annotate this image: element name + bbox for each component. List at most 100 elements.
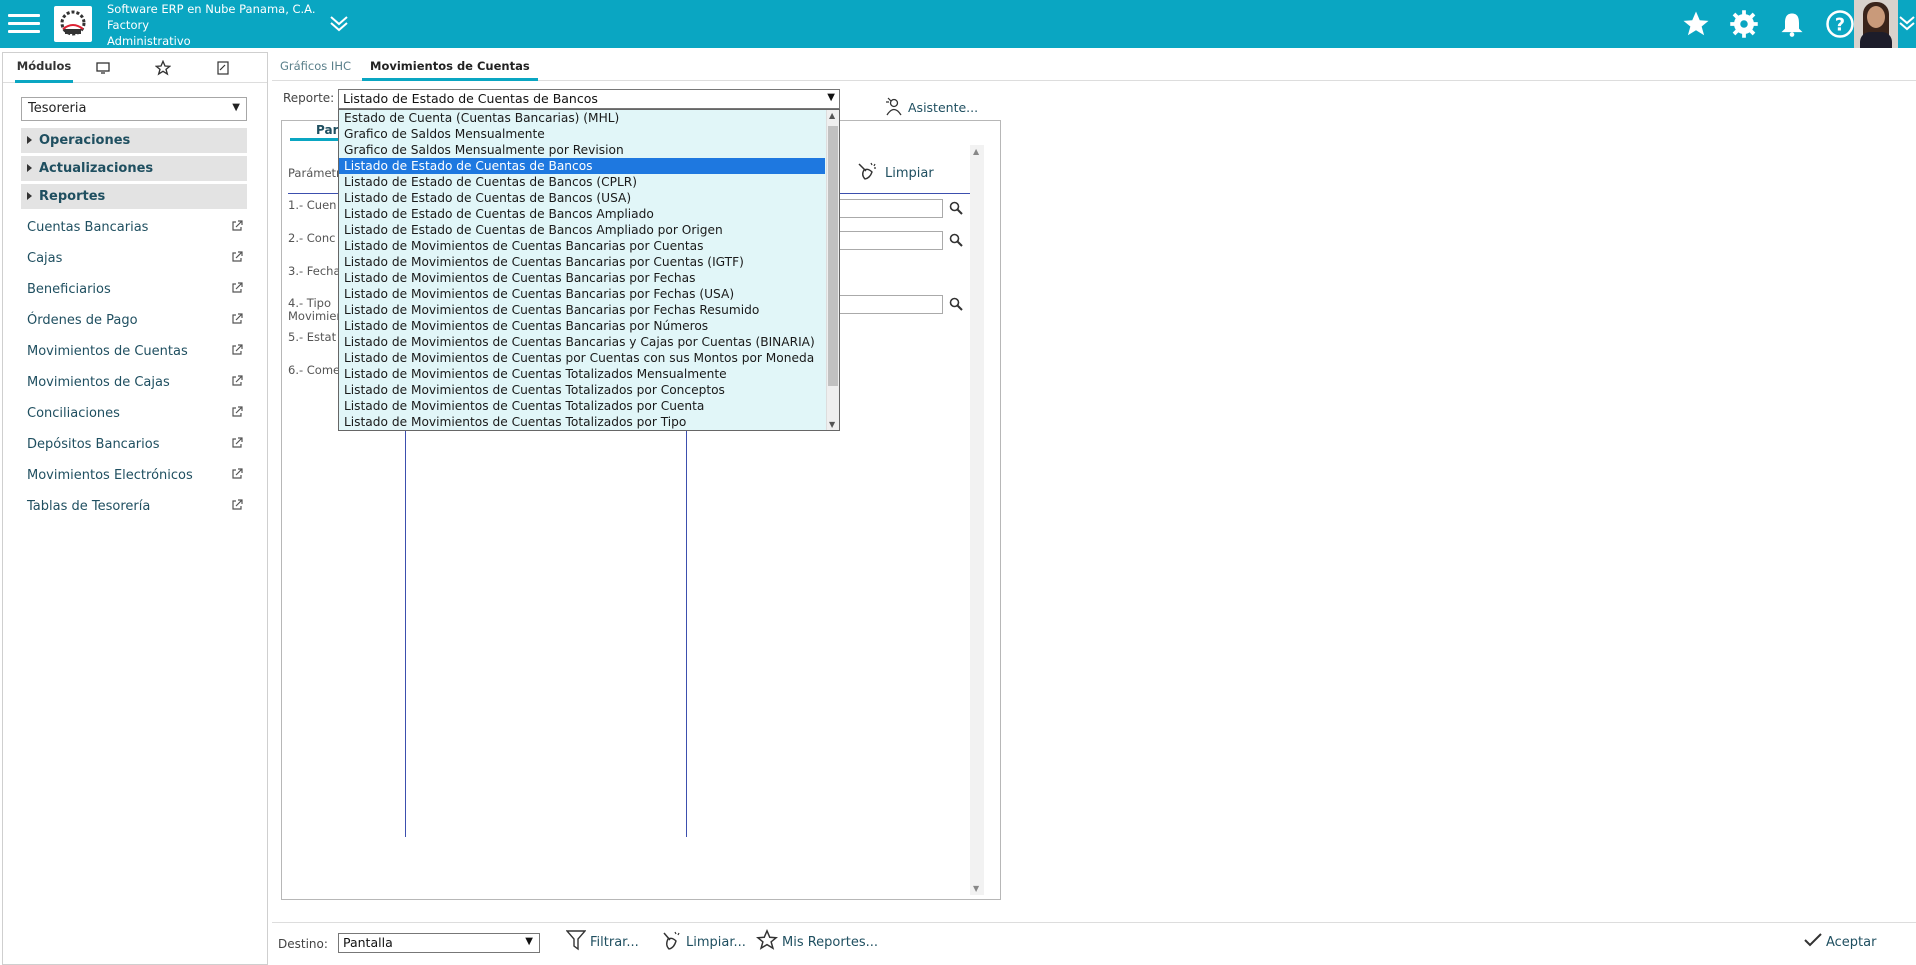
mis-reportes-button[interactable]: Mis Reportes... [755,928,878,954]
dropdown-option-selected[interactable]: Listado de Estado de Cuentas de Bancos [339,158,825,174]
scroll-up-icon[interactable]: ▲ [829,111,835,120]
dropdown-option[interactable]: Listado de Movimientos de Cuentas Bancar… [339,286,825,302]
module-select-value: Tesoreria [28,101,87,116]
dropdown-option[interactable]: Grafico de Saldos Mensualmente [339,126,825,142]
notifications-bell-icon[interactable] [1776,8,1808,40]
dropdown-option[interactable]: Listado de Movimientos de Cuentas Totali… [339,382,825,398]
external-link-icon[interactable] [231,468,243,484]
sidebar-item-conciliaciones[interactable]: Conciliaciones [27,406,247,428]
report-dropdown-list[interactable]: Estado de Cuenta (Cuentas Bancarias) (MH… [338,109,840,431]
search-icon[interactable] [949,297,963,315]
filtrar-button[interactable]: Filtrar... [565,930,639,954]
param-label-1: 1.- Cuen [288,198,337,212]
sidebar-item-label: Tablas de Tesorería [27,499,151,514]
external-link-icon[interactable] [231,282,243,298]
external-link-icon[interactable] [231,406,243,422]
sidebar-item-cuentas-bancarias[interactable]: Cuentas Bancarias [27,220,247,242]
company-logo [54,6,92,42]
dropdown-option[interactable]: Listado de Movimientos de Cuentas Bancar… [339,270,825,286]
param-input-1[interactable] [837,199,943,218]
param-label-5: 5.- Estat [288,330,337,344]
external-link-icon[interactable] [231,499,243,515]
dropdown-option[interactable]: Listado de Movimientos de Cuentas Bancar… [339,238,825,254]
menu-icon[interactable] [8,10,40,38]
limpiar-params-button[interactable]: Limpiar [857,161,934,185]
sidebar-item-movimientos-de-cuentas[interactable]: Movimientos de Cuentas [27,344,247,366]
scroll-down-icon[interactable]: ▼ [829,420,835,429]
sidebar-item-label: Cajas [27,251,63,266]
external-link-icon[interactable] [231,344,243,360]
star-icon[interactable] [133,53,193,83]
dropdown-option[interactable]: Listado de Movimientos de Cuentas Totali… [339,414,825,430]
asistente-label: Asistente... [908,100,979,115]
report-label: Reporte: [283,91,335,105]
param-label-3: 3.- Fecha [288,264,341,278]
report-select-value: Listado de Estado de Cuentas de Bancos [343,91,598,106]
user-menu-chevron-icon[interactable] [1898,14,1916,36]
sidebar-item-cajas[interactable]: Cajas [27,251,247,273]
document-icon[interactable] [193,53,253,83]
group-operaciones[interactable]: Operaciones [21,128,247,154]
module-select[interactable]: Tesoreria ▼ [21,97,247,121]
group-reportes[interactable]: Reportes [21,184,247,210]
external-link-icon[interactable] [231,220,243,236]
external-link-icon[interactable] [231,437,243,453]
group-actualizaciones[interactable]: Actualizaciones [21,156,247,182]
dropdown-option[interactable]: Listado de Movimientos de Cuentas por Cu… [339,350,825,366]
dropdown-option[interactable]: Listado de Movimientos de Cuentas Bancar… [339,302,825,318]
chevron-down-icon[interactable] [328,14,350,36]
param-input-2[interactable] [837,231,943,250]
sidebar-item-depositos-bancarios[interactable]: Depósitos Bancarios [27,437,247,459]
limpiar-label: Limpiar [885,165,934,181]
sidebar-item-label: Beneficiarios [27,282,111,297]
tab-graficos-ihc[interactable]: Gráficos IHC [280,54,351,81]
search-icon[interactable] [949,233,963,251]
dropdown-option[interactable]: Listado de Movimientos de Cuentas Bancar… [339,318,825,334]
help-icon[interactable]: ? [1824,8,1856,40]
dropdown-option[interactable]: Grafico de Saldos Mensualmente por Revis… [339,142,825,158]
dropdown-option[interactable]: Listado de Movimientos de Cuentas Bancar… [339,254,825,270]
user-avatar[interactable] [1854,0,1898,48]
svg-text:?: ? [1835,15,1845,35]
asistente-button[interactable]: Asistente... [884,96,978,119]
param-input-4[interactable] [837,295,943,314]
parameters-scrollbar[interactable]: ▲ ▼ [970,145,984,895]
aceptar-button[interactable]: Aceptar [1804,930,1876,954]
dropdown-option[interactable]: Listado de Estado de Cuentas de Bancos (… [339,174,825,190]
tab-modulos[interactable]: Módulos [15,53,73,83]
external-link-icon[interactable] [231,313,243,329]
favorites-star-icon[interactable] [1680,8,1712,40]
dropdown-option[interactable]: Listado de Movimientos de Cuentas Totali… [339,366,825,382]
mis-reportes-label: Mis Reportes... [782,934,878,950]
main-tabs: Gráficos IHC Movimientos de Cuentas [272,54,1916,81]
sidebar-item-beneficiarios[interactable]: Beneficiarios [27,282,247,304]
sidebar-item-movimientos-electronicos[interactable]: Movimientos Electrónicos [27,468,247,490]
monitor-icon[interactable] [73,53,133,83]
external-link-icon[interactable] [231,375,243,391]
sidebar-item-label: Movimientos Electrónicos [27,468,193,483]
company-area: Administrativo [107,34,191,48]
company-info: Software ERP en Nube Panama, C.A. Factor… [107,1,316,49]
sidebar-item-tablas-de-tesoreria[interactable]: Tablas de Tesorería [27,499,247,521]
sidebar-item-movimientos-de-cajas[interactable]: Movimientos de Cajas [27,375,247,397]
settings-gear-icon[interactable] [1728,8,1760,40]
dropdown-option[interactable]: Listado de Estado de Cuentas de Bancos A… [339,222,825,238]
report-select[interactable]: Listado de Estado de Cuentas de Bancos ▼ [338,89,840,109]
company-name: Software ERP en Nube Panama, C.A. [107,2,316,16]
search-icon[interactable] [949,201,963,219]
sidebar-item-label: Órdenes de Pago [27,313,138,328]
dropdown-option[interactable]: Estado de Cuenta (Cuentas Bancarias) (MH… [339,110,825,126]
aceptar-label: Aceptar [1826,934,1877,950]
dropdown-scrollbar[interactable]: ▲ ▼ [826,110,839,430]
destino-select[interactable]: Pantalla ▼ [338,933,540,953]
tab-movimientos-de-cuentas[interactable]: Movimientos de Cuentas [362,54,538,81]
scroll-thumb[interactable] [828,126,838,386]
sidebar-item-ordenes-de-pago[interactable]: Órdenes de Pago [27,313,247,335]
external-link-icon[interactable] [231,251,243,267]
dropdown-option[interactable]: Listado de Estado de Cuentas de Bancos A… [339,206,825,222]
dropdown-option[interactable]: Listado de Movimientos de Cuentas Totali… [339,398,825,414]
dropdown-option[interactable]: Listado de Movimientos de Cuentas Bancar… [339,334,825,350]
dropdown-option[interactable]: Listado de Estado de Cuentas de Bancos (… [339,190,825,206]
limpiar-button[interactable]: Limpiar... [662,930,746,954]
wizard-icon [884,96,904,119]
